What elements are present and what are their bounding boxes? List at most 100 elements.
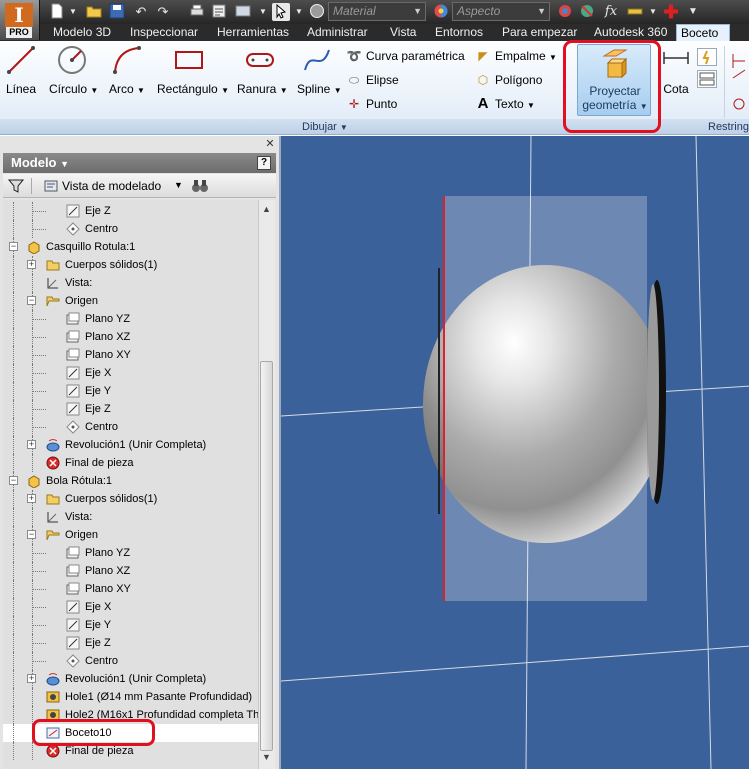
tree-item[interactable]: Plano XY [3, 346, 258, 364]
tree-item[interactable]: Eje X [3, 598, 258, 616]
redo-icon[interactable]: ↷ [154, 3, 172, 21]
adjust-appearance-icon[interactable] [556, 3, 574, 21]
tab-para-empezar[interactable]: Para empezar [498, 24, 581, 41]
clear-appearance-icon[interactable] [578, 3, 596, 21]
tree-item[interactable]: + Revolución1 (Unir Completa) [3, 436, 258, 454]
tree-item[interactable]: Plano XZ [3, 328, 258, 346]
tree-item-label: Plano YZ [85, 547, 131, 559]
browser-title[interactable]: Modelo ▼ [3, 153, 276, 173]
open-folder-icon[interactable] [85, 3, 103, 21]
arc-button[interactable]: Arco ▼ [108, 44, 146, 100]
pro-badge: PRO [6, 27, 32, 38]
graphics-viewport[interactable] [279, 136, 749, 769]
tree-item[interactable]: + Cuerpos sólidos(1) [3, 256, 258, 274]
dimension-icon [663, 52, 689, 64]
tree-item[interactable]: + Revolución1 (Unir Completa) [3, 670, 258, 688]
tree-item-label: Hole1 (Ø14 mm Pasante Profundidad) [65, 691, 253, 703]
spline-button[interactable]: Spline ▼ [297, 44, 342, 100]
tree-item[interactable]: Final de pieza [3, 454, 258, 472]
tree-item[interactable]: − Origen [3, 292, 258, 310]
tree-item[interactable]: − Casquillo Rotula:1 [3, 238, 258, 256]
tree-guide-line [13, 580, 14, 598]
rectangle-button[interactable]: Rectángulo ▼ [157, 44, 229, 100]
tree-guide-line [32, 409, 46, 410]
measure-dropdown-icon[interactable]: ▼ [644, 3, 662, 21]
text-button[interactable]: A Texto ▼ [475, 94, 535, 114]
tree-item[interactable]: − Origen [3, 526, 258, 544]
tree-item[interactable]: Vista: [3, 508, 258, 526]
tab-entornos[interactable]: Entornos [431, 24, 487, 41]
expand-icon[interactable]: + [27, 494, 36, 503]
tree-item[interactable]: Plano YZ [3, 544, 258, 562]
appearance-select[interactable]: Aspecto ▼ [452, 2, 550, 21]
tree-item[interactable]: Centro [3, 652, 258, 670]
material-select[interactable]: Material ▼ [328, 2, 426, 21]
tree-item[interactable]: Eje Y [3, 616, 258, 634]
collapse-icon[interactable]: − [27, 530, 36, 539]
tree-item[interactable]: Plano YZ [3, 310, 258, 328]
tree-item[interactable]: Eje Z [3, 202, 258, 220]
undo-icon[interactable]: ↶ [132, 3, 150, 21]
show-constraints-icon[interactable] [697, 70, 717, 88]
circle-button[interactable]: Círculo ▼ [49, 44, 98, 100]
close-icon[interactable]: ✕ [264, 138, 276, 150]
browser-tree: Eje Z Centro − Casquillo Rotula:1 + Cuerpos s… [3, 200, 258, 769]
constraint-tools [724, 46, 748, 118]
view-select[interactable]: Vista de modelado [62, 179, 161, 193]
tree-item[interactable]: Eje Z [3, 634, 258, 652]
line-button[interactable]: Línea [3, 44, 39, 100]
auto-dimension-icon[interactable] [697, 48, 717, 66]
tree-item[interactable]: Plano XY [3, 580, 258, 598]
select-dropdown-icon[interactable]: ▼ [290, 3, 308, 21]
tree-item-label: Centro [85, 223, 119, 235]
point-button[interactable]: ✛ Punto [346, 94, 397, 114]
collapse-icon[interactable]: − [9, 476, 18, 485]
tree-item[interactable]: Eje X [3, 364, 258, 382]
save-icon[interactable] [108, 3, 126, 21]
new-dropdown-icon[interactable]: ▼ [64, 3, 82, 21]
properties-icon[interactable] [210, 3, 228, 21]
expand-icon[interactable]: + [27, 260, 36, 269]
panel-dibujar-label[interactable]: Dibujar ▼ [302, 120, 348, 135]
fillet-button[interactable]: ◤ Empalme ▼ [475, 46, 557, 66]
customize-dropdown-icon[interactable]: ▼ [684, 3, 702, 21]
tab-autodesk-360[interactable]: Autodesk 360 [590, 24, 671, 41]
tab-modelo-3d[interactable]: Modelo 3D [49, 24, 115, 41]
scrollbar-thumb[interactable] [260, 361, 273, 751]
tab-administrar[interactable]: Administrar [303, 24, 372, 41]
tree-item[interactable]: Vista: [3, 274, 258, 292]
slot-button[interactable]: Ranura ▼ [237, 44, 288, 100]
polygon-button[interactable]: ⬡ Polígono [475, 70, 543, 90]
measure-icon[interactable] [626, 3, 644, 21]
tab-vista[interactable]: Vista [386, 24, 420, 41]
select-cursor-icon[interactable] [272, 3, 290, 21]
image-icon[interactable] [234, 3, 252, 21]
dimension-button[interactable]: Cota [662, 44, 690, 100]
fx-parameters-icon[interactable]: fx [602, 3, 620, 21]
tab-inspeccionar[interactable]: Inspeccionar [126, 24, 202, 41]
expand-icon[interactable]: + [27, 674, 36, 683]
expand-icon[interactable]: + [27, 440, 36, 449]
collapse-icon[interactable]: − [27, 296, 36, 305]
tree-guide-line [13, 256, 14, 274]
tab-herramientas[interactable]: Herramientas [213, 24, 293, 41]
tree-guide-line [13, 508, 14, 526]
tree-item[interactable]: Hole1 (Ø14 mm Pasante Profundidad) [3, 688, 258, 706]
application-menu-button[interactable]: I PRO [0, 0, 40, 40]
tree-item[interactable]: Eje Y [3, 382, 258, 400]
tree-item[interactable]: Eje Z [3, 400, 258, 418]
tree-item[interactable]: − Bola Rótula:1 [3, 472, 258, 490]
ellipse-button[interactable]: ⬭ Elipse [346, 70, 399, 90]
print-icon[interactable] [188, 3, 206, 21]
parametric-curve-button[interactable]: ➰ Curva paramétrica [346, 46, 465, 66]
tab-boceto[interactable]: Boceto [676, 24, 730, 42]
chevron-down-icon[interactable]: ▼ [174, 180, 183, 190]
image-dropdown-icon[interactable]: ▼ [254, 3, 272, 21]
add-plus-icon[interactable]: ✚ [662, 3, 680, 21]
tree-item[interactable]: Centro [3, 418, 258, 436]
tree-item[interactable]: + Cuerpos sólidos(1) [3, 490, 258, 508]
tree-item[interactable]: Plano XZ [3, 562, 258, 580]
tree-item[interactable]: Centro [3, 220, 258, 238]
collapse-icon[interactable]: − [9, 242, 18, 251]
help-icon[interactable]: ? [257, 156, 271, 170]
